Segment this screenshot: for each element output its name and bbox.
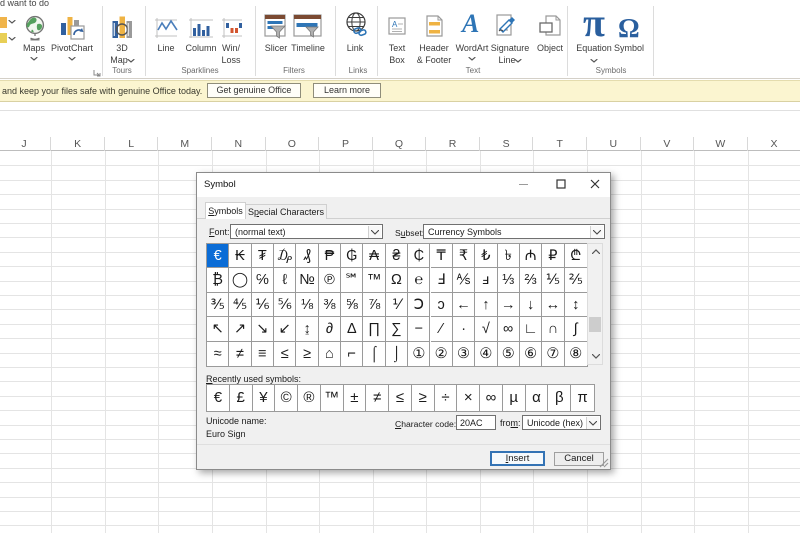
svg-text:A: A (392, 20, 398, 29)
